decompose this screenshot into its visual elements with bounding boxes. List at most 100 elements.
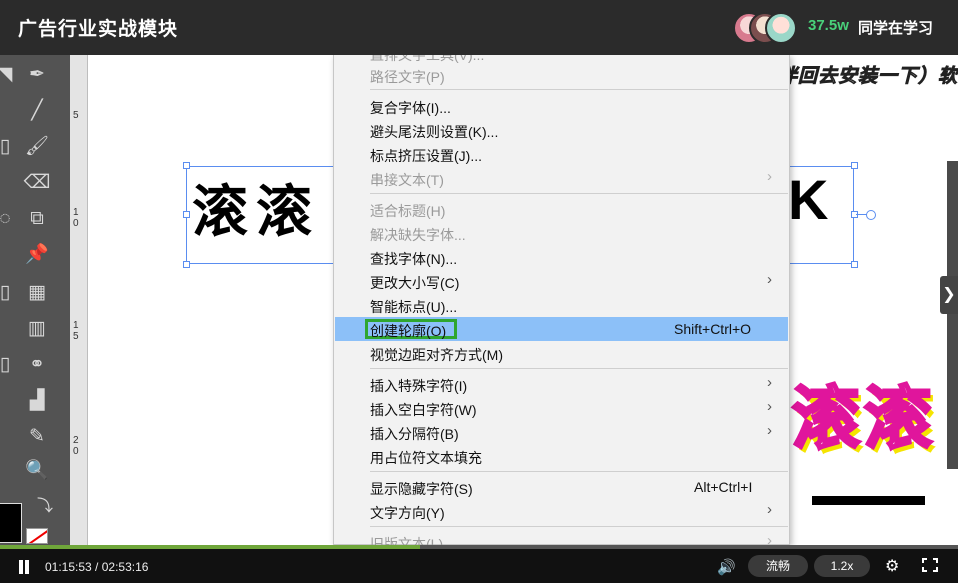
effect-text-sample: 滚滚: [790, 380, 937, 459]
menu-separator: [370, 368, 788, 369]
menu-item-optical-margin[interactable]: 视觉边距对齐方式(M): [335, 341, 788, 365]
menu-item-shortcut: Shift+Ctrl+O: [674, 321, 752, 337]
shape-builder-icon[interactable]: ⚭: [22, 353, 52, 377]
menu-item-label: 插入特殊字符(I): [370, 378, 468, 394]
fullscreen-icon[interactable]: [922, 558, 938, 572]
total-duration: 02:53:16: [101, 560, 149, 574]
gear-icon[interactable]: ⚙: [885, 556, 899, 576]
menu-item-threaded-text[interactable]: 串接文本(T) ›: [335, 166, 788, 190]
menu-item-resolve-missing-fonts[interactable]: 解决缺失字体...: [335, 221, 788, 245]
menu-item-shortcut: Alt+Ctrl+I: [694, 479, 753, 495]
chevron-right-icon: ›: [767, 422, 772, 439]
pause-button[interactable]: [17, 560, 31, 574]
zoom-icon[interactable]: 🔍: [22, 459, 52, 483]
video-stage[interactable]: ✒ ╱ 🖌 ⌫ ⧉ 📌 ▦ ▥ ⚭ ▟ ✎ 🔍 ⤵ ◥ ▯ ◌ ▯ ▯ 5 1 …: [0, 55, 958, 545]
selection-handle[interactable]: [183, 211, 190, 218]
menu-separator: [370, 471, 788, 472]
menu-item-label: 标点挤压设置(J)...: [370, 148, 482, 164]
menu-item-label: 视觉边距对齐方式(M): [370, 347, 503, 363]
tool-partial[interactable]: ▯: [0, 353, 20, 377]
menu-item-find-font[interactable]: 查找字体(N)...: [335, 245, 788, 269]
selection-handle[interactable]: [183, 261, 190, 268]
brush-icon[interactable]: 🖌: [22, 135, 52, 159]
menu-item-path-type[interactable]: 路径文字(P): [335, 63, 788, 87]
menu-item-insert-special-char[interactable]: 插入特殊字符(I) ›: [335, 372, 788, 396]
menu-item-label: 显示隐藏字符(S): [370, 481, 473, 497]
menu-separator: [370, 89, 788, 90]
line-icon[interactable]: ╱: [22, 99, 52, 123]
tool-partial[interactable]: ▯: [0, 281, 20, 305]
menu-item-create-outlines[interactable]: 创建轮廓(O) Shift+Ctrl+O: [335, 317, 788, 341]
gradient-icon[interactable]: ▥: [22, 317, 52, 341]
menu-item-show-hidden-chars[interactable]: 显示隐藏字符(S) Alt+Ctrl+I: [335, 475, 788, 499]
chevron-right-icon[interactable]: ❯: [940, 276, 958, 314]
ruler-tick: 2 0: [73, 435, 79, 457]
ruler-tick: 5: [73, 110, 79, 121]
menu-item-label: 避头尾法则设置(K)...: [370, 124, 499, 140]
volume-icon[interactable]: 🔊: [717, 558, 736, 576]
pin-icon[interactable]: 📌: [22, 243, 52, 267]
menu-item-label: 串接文本(T): [370, 172, 444, 188]
tool-partial[interactable]: ◌: [0, 207, 20, 231]
viewer-count: 37.5w: [808, 17, 849, 34]
ruler-tick: 1 0: [73, 207, 79, 229]
grid-icon[interactable]: ▦: [22, 281, 52, 305]
underline-bar: [812, 496, 925, 505]
chevron-right-icon: ›: [767, 501, 772, 518]
stroke-none-swatch[interactable]: [26, 528, 48, 544]
menu-item-type-orientation[interactable]: 文字方向(Y) ›: [335, 499, 788, 523]
menu-separator: [370, 526, 788, 527]
right-panel-edge: [947, 161, 958, 469]
chevron-right-icon: ›: [767, 398, 772, 415]
eraser-icon[interactable]: ⌫: [22, 171, 52, 195]
menu-item-legacy-text[interactable]: 旧版文本(L) ›: [335, 530, 788, 545]
quality-button[interactable]: 流畅: [748, 555, 808, 577]
menu-item-label: 路径文字(P): [370, 69, 445, 85]
menu-separator: [370, 193, 788, 194]
tool-partial[interactable]: ▯: [0, 135, 20, 159]
menu-item-label: 智能标点(U)...: [370, 299, 458, 315]
menu-item-fit-headline[interactable]: 适合标题(H): [335, 197, 788, 221]
menu-item-kinsoku[interactable]: 避头尾法则设置(K)...: [335, 118, 788, 142]
menu-item-label: 创建轮廓(O): [370, 323, 447, 339]
chevron-right-icon: ›: [767, 532, 772, 545]
type-context-menu: 直排文字工具(V)... 路径文字(P) 复合字体(I)... 避头尾法则设置(…: [333, 55, 790, 545]
selection-handle[interactable]: [851, 261, 858, 268]
scale-icon[interactable]: ⧉: [22, 207, 52, 231]
menu-item-label: 更改大小写(C): [370, 275, 460, 291]
menu-item-label: 查找字体(N)...: [370, 251, 458, 267]
menu-item-label: 适合标题(H): [370, 203, 446, 219]
viewer-label: 同学在学习: [858, 20, 934, 37]
fill-color-swatch[interactable]: [0, 503, 22, 543]
menu-item-placeholder-text[interactable]: 用占位符文本填充: [335, 444, 788, 468]
menu-item-label: 解决缺失字体...: [370, 227, 466, 243]
menu-item-composite-fonts[interactable]: 复合字体(I)...: [335, 94, 788, 118]
speed-button[interactable]: 1.2x: [814, 555, 870, 577]
vertical-ruler: 5 1 0 1 5 2 0: [70, 55, 88, 545]
tool-partial[interactable]: ◥: [0, 63, 20, 87]
menu-item-change-case[interactable]: 更改大小写(C) ›: [335, 269, 788, 293]
bar-graph-icon[interactable]: ▟: [22, 389, 52, 413]
menu-item-insert-break[interactable]: 插入分隔符(B) ›: [335, 420, 788, 444]
selection-handle[interactable]: [183, 162, 190, 169]
menu-item-label: 用占位符文本填充: [370, 450, 482, 466]
chevron-right-icon: ›: [767, 168, 772, 185]
ruler-tick: 1 5: [73, 320, 79, 342]
menu-item-mojikumi[interactable]: 标点挤压设置(J)...: [335, 142, 788, 166]
menu-item-insert-whitespace[interactable]: 插入空白字符(W) ›: [335, 396, 788, 420]
tools-panel: ✒ ╱ 🖌 ⌫ ⧉ 📌 ▦ ▥ ⚭ ▟ ✎ 🔍 ⤵ ◥ ▯ ◌ ▯ ▯: [0, 55, 70, 545]
swap-icon[interactable]: ⤵: [30, 495, 60, 519]
avatar: [765, 12, 797, 44]
menu-item-label: 旧版文本(L): [370, 536, 444, 545]
menu-item-smart-punctuation[interactable]: 智能标点(U)...: [335, 293, 788, 317]
pen-icon[interactable]: ✒: [22, 63, 52, 87]
eyedropper-icon[interactable]: ✎: [22, 425, 52, 449]
menu-item-label: 文字方向(Y): [370, 505, 445, 521]
menu-item-label: 复合字体(I)...: [370, 100, 451, 116]
chevron-right-icon: ›: [767, 271, 772, 288]
playback-time: 01:15:53 / 02:53:16: [45, 560, 149, 574]
rotate-handle[interactable]: [866, 210, 876, 220]
selection-handle[interactable]: [851, 162, 858, 169]
menu-item-label: 插入空白字符(W): [370, 402, 477, 418]
player-controls: 01:15:53 / 02:53:16 🔊 流畅 1.2x ⚙: [0, 549, 958, 583]
